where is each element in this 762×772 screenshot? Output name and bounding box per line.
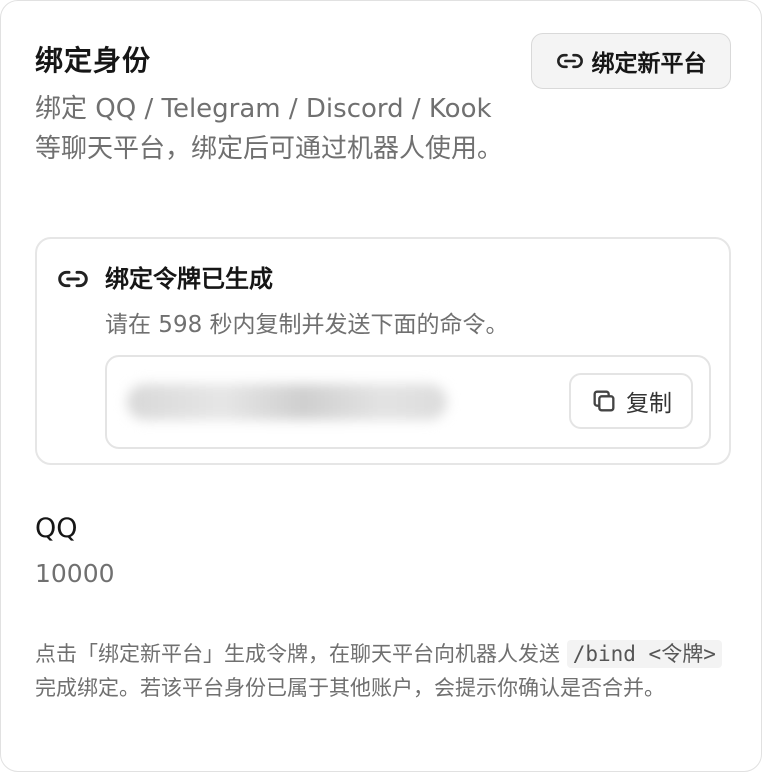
bind-command-field[interactable]: 复制 [105,355,711,449]
copy-icon [593,390,615,412]
link-icon [58,270,88,288]
copy-button[interactable]: 复制 [569,373,693,429]
token-title: 绑定令牌已生成 [105,265,273,293]
copy-label: 复制 [626,391,672,417]
bind-new-platform-button[interactable]: 绑定新平台 [531,33,731,89]
token-expiry-hint: 请在 598 秒内复制并发送下面的命令。 [105,312,509,338]
card-description: 绑定 QQ / Telegram / Discord / Kook 等聊天平台，… [35,94,504,164]
help-text-part-1: 点击「绑定新平台」生成令牌，在聊天平台向机器人发送 [35,642,567,666]
bind-identity-card: 绑定身份 绑定 QQ / Telegram / Discord / Kook 等… [0,0,762,772]
help-text-part-2: 完成绑定。若该平台身份已属于其他账户，会提示你确认是否合并。 [35,676,665,700]
help-text: 点击「绑定新平台」生成令牌，在聊天平台向机器人发送 /bind <令牌> 完成绑… [35,637,735,705]
blurred-bind-command [127,384,447,420]
platform-account-id: 10000 [35,559,115,588]
token-panel: 绑定令牌已生成 请在 598 秒内复制并发送下面的命令。 复制 [35,237,731,465]
platform-name: QQ [35,513,78,544]
bind-new-platform-label: 绑定新平台 [591,51,707,77]
card-title: 绑定身份 [35,44,152,77]
bind-command-code: /bind <令牌> [566,640,722,668]
link-icon [556,53,583,69]
